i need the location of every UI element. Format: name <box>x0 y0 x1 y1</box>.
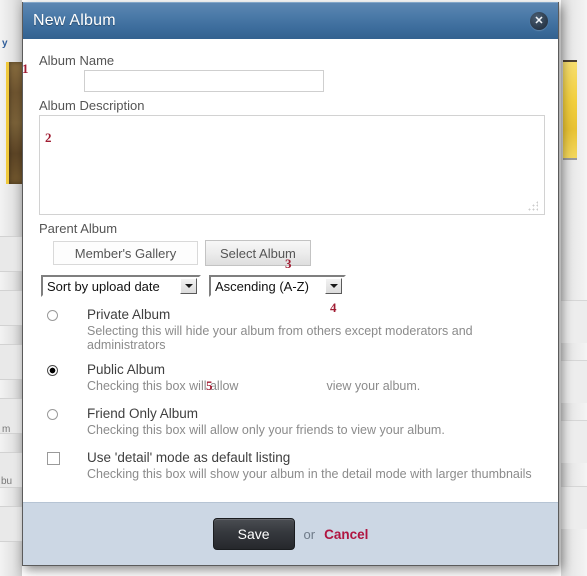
sort-by-select[interactable]: Sort by upload date <box>41 275 201 297</box>
background-strip <box>0 344 22 380</box>
public-album-description-after: view your album. <box>326 379 421 393</box>
parent-album-value[interactable]: Member's Gallery <box>53 241 198 265</box>
sort-order-select[interactable]: Ascending (A-Z) <box>209 275 346 297</box>
detail-mode-description: Checking this box will show your album i… <box>87 467 532 481</box>
background-right-strip <box>561 300 587 343</box>
dialog-footer: Save or Cancel <box>23 502 558 565</box>
new-album-dialog: New Album ✕ Album Name Album Description… <box>22 2 559 566</box>
album-description-row <box>39 115 545 215</box>
close-icon[interactable]: ✕ <box>530 12 548 30</box>
album-name-row <box>39 70 542 92</box>
background-right-strip <box>561 420 587 463</box>
sort-controls-row: Sort by upload date Ascending (A-Z) <box>41 275 542 297</box>
option-private-album[interactable]: Private Album Selecting this will hide y… <box>43 307 542 352</box>
background-strip <box>0 290 22 326</box>
album-name-input[interactable] <box>84 70 324 92</box>
chevron-down-icon[interactable] <box>180 278 197 294</box>
option-public-album[interactable]: Public Album Checking this box will allo… <box>43 362 542 396</box>
option-detail-mode[interactable]: Use 'detail' mode as default listing Che… <box>43 450 542 484</box>
sort-by-selected-value: Sort by upload date <box>47 278 160 294</box>
chevron-down-icon[interactable] <box>325 278 342 294</box>
public-album-description: Checking this box will allow view your al… <box>87 379 542 393</box>
dialog-body: Album Name Album Description Parent Albu… <box>23 39 558 502</box>
private-album-label: Private Album <box>87 307 171 322</box>
save-button[interactable]: Save <box>212 518 295 550</box>
album-name-label: Album Name <box>39 53 115 68</box>
album-description-textarea[interactable] <box>39 115 545 215</box>
friend-only-album-radio[interactable] <box>47 409 58 420</box>
friend-only-album-label: Friend Only Album <box>87 406 199 421</box>
public-album-description-before: Checking this box will allow <box>87 379 239 393</box>
parent-album-label: Parent Album <box>39 221 118 236</box>
background-strip <box>0 236 22 272</box>
sort-order-selected-value: Ascending (A-Z) <box>215 278 309 294</box>
dialog-titlebar: New Album ✕ <box>23 2 558 39</box>
public-album-label: Public Album <box>87 362 166 377</box>
private-album-description: Selecting this will hide your album from… <box>87 324 473 352</box>
select-album-button[interactable]: Select Album <box>205 240 311 266</box>
dialog-title: New Album <box>33 12 116 29</box>
parent-album-row: Member's Gallery Select Album <box>53 240 542 266</box>
detail-mode-checkbox[interactable] <box>47 452 60 465</box>
album-description-label: Album Description <box>39 98 145 113</box>
detail-mode-label: Use 'detail' mode as default listing <box>87 450 291 465</box>
background-right-strip <box>561 360 587 403</box>
background-right-thumbnail <box>563 60 577 160</box>
friend-only-album-description: Checking this box will allow only your f… <box>87 423 445 437</box>
cancel-link[interactable]: Cancel <box>324 527 368 542</box>
background-text-mid: m <box>2 424 11 435</box>
public-album-radio[interactable] <box>47 365 58 376</box>
background-text-bottom: bu <box>1 476 13 487</box>
private-album-radio[interactable] <box>47 310 58 321</box>
option-friend-only-album[interactable]: Friend Only Album Checking this box will… <box>43 406 542 440</box>
background-strip <box>0 506 22 542</box>
background-right-strip <box>561 486 587 529</box>
background-text-left: y <box>2 38 8 49</box>
footer-or-text: or <box>303 526 316 542</box>
